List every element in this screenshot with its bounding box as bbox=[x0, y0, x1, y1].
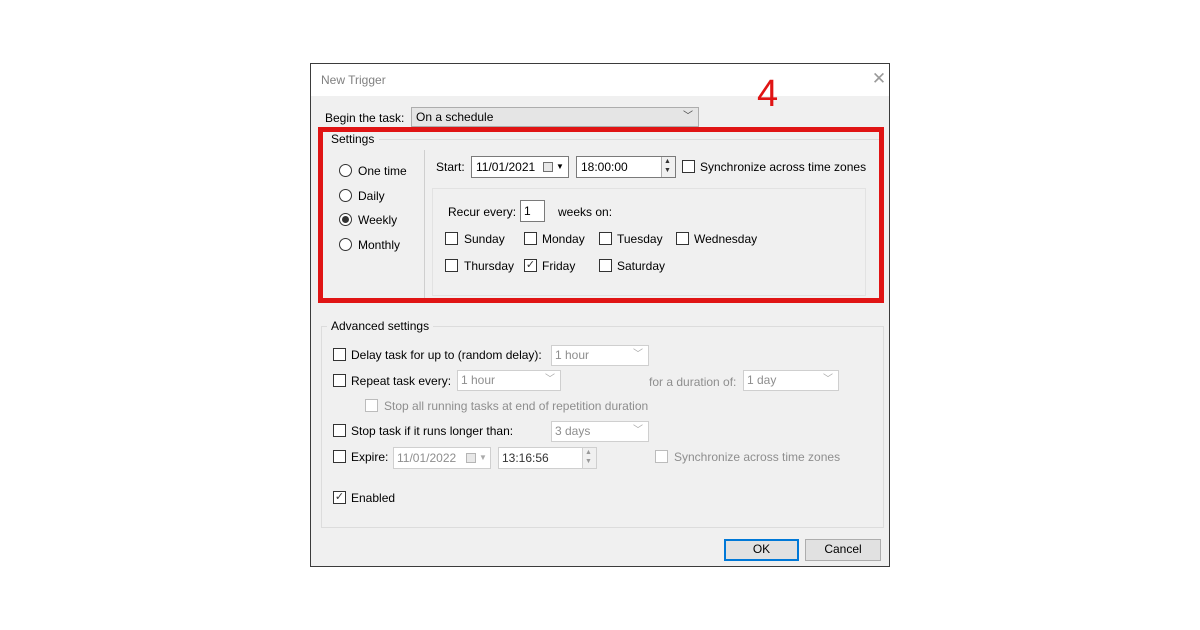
begin-task-dropdown[interactable]: On a schedule ﹀ bbox=[411, 107, 699, 127]
stop-task-duration-dropdown[interactable]: 3 days ﹀ bbox=[551, 421, 649, 442]
delay-task-label: Delay task for up to (random delay): bbox=[351, 348, 542, 362]
expire-time-input[interactable]: 13:16:56 ▲ ▼ bbox=[498, 447, 597, 469]
repeat-task-label: Repeat task every: bbox=[351, 374, 452, 388]
ok-button[interactable]: OK bbox=[724, 539, 799, 561]
check-icon: ✓ bbox=[334, 491, 345, 503]
chevron-down-icon: ﹀ bbox=[683, 111, 693, 122]
begin-task-label: Begin the task: bbox=[325, 111, 405, 125]
chevron-down-icon: ﹀ bbox=[545, 374, 555, 385]
close-icon[interactable]: ✕ bbox=[869, 67, 889, 91]
expire-date-picker[interactable]: 11/01/2022 ▼ bbox=[393, 447, 491, 469]
chevron-down-icon: ﹀ bbox=[633, 425, 643, 436]
delay-duration-dropdown[interactable]: 1 hour ﹀ bbox=[551, 345, 649, 366]
expire-date-value: 11/01/2022 bbox=[397, 451, 457, 465]
calendar-icon[interactable] bbox=[466, 453, 476, 463]
chevron-down-icon: ▼ bbox=[479, 453, 487, 462]
time-spinner[interactable]: ▲ ▼ bbox=[582, 448, 596, 468]
advanced-settings-title: Advanced settings bbox=[327, 319, 434, 333]
stop-all-tasks-label: Stop all running tasks at end of repetit… bbox=[384, 399, 649, 413]
repeat-task-checkbox[interactable] bbox=[333, 374, 346, 387]
chevron-down-icon: ﹀ bbox=[633, 349, 643, 360]
expire-checkbox[interactable] bbox=[333, 450, 346, 463]
expire-sync-label: Synchronize across time zones bbox=[674, 450, 841, 464]
delay-task-checkbox[interactable] bbox=[333, 348, 346, 361]
highlight-box-annotation bbox=[318, 127, 884, 303]
enabled-checkbox[interactable]: ✓ bbox=[333, 491, 346, 504]
stop-task-duration-value: 3 days bbox=[555, 424, 591, 438]
expire-time-value: 13:16:56 bbox=[502, 451, 549, 465]
stop-all-tasks-checkbox[interactable] bbox=[365, 399, 378, 412]
step-number-annotation: 4 bbox=[757, 73, 779, 115]
expire-sync-checkbox[interactable] bbox=[655, 450, 668, 463]
expire-label: Expire: bbox=[351, 450, 389, 464]
repeat-duration-value: 1 day bbox=[747, 373, 777, 387]
spin-down-icon[interactable]: ▼ bbox=[585, 458, 592, 466]
spin-up-icon[interactable]: ▲ bbox=[585, 449, 592, 457]
repeat-interval-dropdown[interactable]: 1 hour ﹀ bbox=[457, 370, 561, 391]
stop-task-checkbox[interactable] bbox=[333, 424, 346, 437]
delay-duration-value: 1 hour bbox=[555, 348, 590, 362]
title-bar: New Trigger ✕ bbox=[311, 64, 889, 96]
stop-task-label: Stop task if it runs longer than: bbox=[351, 424, 514, 438]
repeat-duration-dropdown[interactable]: 1 day ﹀ bbox=[743, 370, 839, 391]
duration-label: for a duration of: bbox=[649, 375, 737, 389]
repeat-interval-value: 1 hour bbox=[461, 373, 496, 387]
enabled-label: Enabled bbox=[351, 491, 396, 505]
chevron-down-icon: ﹀ bbox=[823, 374, 833, 385]
begin-task-value: On a schedule bbox=[416, 110, 494, 124]
new-trigger-dialog: New Trigger ✕ Begin the task: On a sched… bbox=[310, 63, 890, 567]
dialog-title: New Trigger bbox=[321, 73, 386, 87]
cancel-button[interactable]: Cancel bbox=[805, 539, 881, 561]
